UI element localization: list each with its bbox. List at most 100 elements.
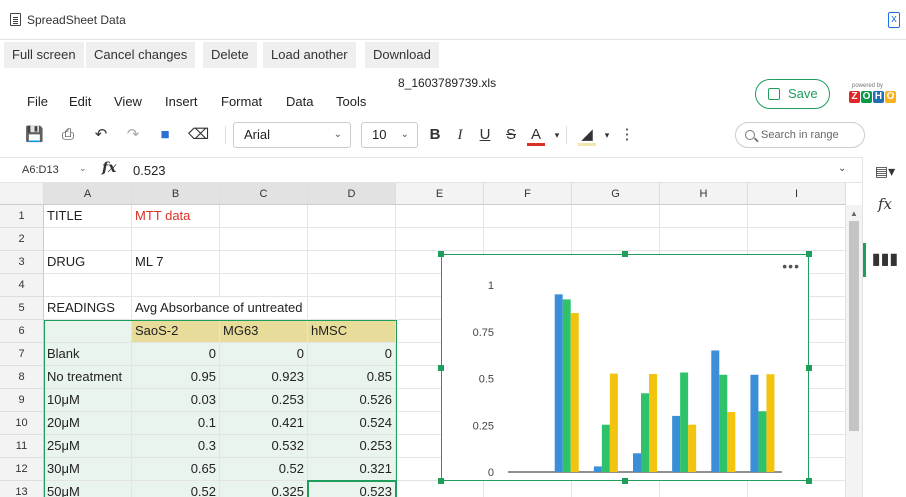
paint-format-icon[interactable]: ■ <box>156 126 174 144</box>
table-cell[interactable] <box>220 251 308 274</box>
table-cell[interactable]: 20μM <box>44 412 132 435</box>
table-cell[interactable] <box>748 205 846 228</box>
resize-handle[interactable] <box>438 365 444 371</box>
column-header[interactable]: A <box>44 183 132 205</box>
table-cell[interactable]: MTT data <box>132 205 220 228</box>
table-cell[interactable]: TITLE <box>44 205 132 228</box>
table-cell[interactable] <box>660 481 748 497</box>
chart-bar[interactable] <box>641 393 649 472</box>
table-cell[interactable]: 0.3 <box>132 435 220 458</box>
row-header[interactable]: 2 <box>0 228 44 251</box>
bold-button[interactable]: B <box>426 126 444 144</box>
table-cell[interactable]: 0.03 <box>132 389 220 412</box>
full-screen-button[interactable]: Full screen <box>4 42 84 68</box>
formula-input[interactable]: 0.523 <box>133 163 166 178</box>
table-cell[interactable]: 0.52 <box>132 481 220 497</box>
cancel-changes-button[interactable]: Cancel changes <box>86 42 196 68</box>
menu-edit[interactable]: Edit <box>69 94 91 109</box>
chart-bar[interactable] <box>570 313 579 472</box>
table-cell[interactable]: 0.52 <box>220 458 308 481</box>
table-cell[interactable] <box>220 274 308 297</box>
resize-handle[interactable] <box>622 478 628 484</box>
chevron-down-icon[interactable]: ▾ <box>598 126 616 144</box>
table-cell[interactable] <box>44 228 132 251</box>
table-cell[interactable] <box>308 205 396 228</box>
function-panel-icon[interactable]: fx <box>863 195 906 213</box>
chart-bar[interactable] <box>711 350 720 472</box>
chart-bar[interactable] <box>680 372 689 472</box>
table-cell[interactable]: hMSC <box>308 320 396 343</box>
load-another-button[interactable]: Load another <box>263 42 356 68</box>
row-header[interactable]: 12 <box>0 458 44 481</box>
bar-chart[interactable]: ••• 0 0.25 0.5 0.75 1 <box>441 254 809 481</box>
table-cell[interactable]: 0.95 <box>132 366 220 389</box>
table-cell[interactable]: 0.253 <box>308 435 396 458</box>
menu-file[interactable]: File <box>27 94 48 109</box>
chart-bar[interactable] <box>688 424 697 472</box>
table-cell[interactable]: Avg Absorbance of untreated <box>132 297 302 320</box>
table-cell[interactable]: SaoS-2 <box>132 320 220 343</box>
close-icon[interactable]: x <box>888 12 900 28</box>
table-cell[interactable] <box>484 205 572 228</box>
menu-data[interactable]: Data <box>286 94 313 109</box>
chart-bar[interactable] <box>554 294 563 472</box>
column-header[interactable]: E <box>396 183 484 205</box>
print-icon[interactable]: ⎙ <box>59 126 77 144</box>
panel-settings-icon[interactable]: ▤▾ <box>863 163 906 180</box>
row-header[interactable]: 4 <box>0 274 44 297</box>
table-cell[interactable]: 0.421 <box>220 412 308 435</box>
scroll-up-icon[interactable]: ▲ <box>850 209 858 218</box>
table-cell[interactable] <box>308 228 396 251</box>
cell-reference[interactable]: A6:D13 <box>22 164 59 176</box>
table-cell[interactable] <box>396 228 484 251</box>
table-cell[interactable]: Blank <box>44 343 132 366</box>
row-header[interactable]: 9 <box>0 389 44 412</box>
resize-handle[interactable] <box>806 478 812 484</box>
menu-insert[interactable]: Insert <box>165 94 198 109</box>
menu-format[interactable]: Format <box>221 94 262 109</box>
row-header[interactable]: 8 <box>0 366 44 389</box>
text-color-button[interactable]: A <box>527 126 545 146</box>
chart-bar[interactable] <box>719 374 728 472</box>
column-header[interactable]: D <box>308 183 396 205</box>
table-cell[interactable]: 0 <box>220 343 308 366</box>
chart-bar[interactable] <box>750 374 759 472</box>
table-cell[interactable] <box>572 228 660 251</box>
strikethrough-button[interactable]: S <box>502 126 520 144</box>
row-header[interactable]: 11 <box>0 435 44 458</box>
resize-handle[interactable] <box>438 251 444 257</box>
table-cell[interactable] <box>44 274 132 297</box>
chart-bar[interactable] <box>766 374 775 472</box>
table-cell[interactable]: 25μM <box>44 435 132 458</box>
table-cell[interactable]: 0.532 <box>220 435 308 458</box>
vertical-scrollbar[interactable]: ▲ <box>846 205 862 497</box>
scroll-thumb[interactable] <box>849 221 859 431</box>
table-cell[interactable]: 0.523 <box>308 481 396 497</box>
chart-bar[interactable] <box>593 466 602 472</box>
chart-bar[interactable] <box>758 411 767 472</box>
redo-icon[interactable]: ↷ <box>124 126 142 144</box>
table-cell[interactable] <box>132 228 220 251</box>
table-cell[interactable]: 0.85 <box>308 366 396 389</box>
font-size-select[interactable]: 10 ⌄ <box>361 122 418 148</box>
chart-bar[interactable] <box>562 299 571 472</box>
table-cell[interactable]: 0.923 <box>220 366 308 389</box>
table-cell[interactable] <box>484 481 572 497</box>
chart-bar[interactable] <box>601 424 610 472</box>
table-cell[interactable] <box>748 481 846 497</box>
row-header[interactable]: 1 <box>0 205 44 228</box>
chart-bar[interactable] <box>633 453 641 472</box>
undo-icon[interactable]: ↶ <box>92 126 110 144</box>
chart-bar[interactable] <box>727 411 736 472</box>
delete-button[interactable]: Delete <box>203 42 257 68</box>
clear-format-icon[interactable]: ⌫ <box>188 126 209 144</box>
column-header[interactable]: G <box>572 183 660 205</box>
column-header[interactable]: B <box>132 183 220 205</box>
chart-panel-icon[interactable]: ▮▮▮ <box>863 249 906 269</box>
menu-tools[interactable]: Tools <box>336 94 366 109</box>
save-disk-icon[interactable]: 💾 <box>25 126 44 144</box>
table-cell[interactable]: 0.1 <box>132 412 220 435</box>
table-cell[interactable]: 10μM <box>44 389 132 412</box>
table-cell[interactable] <box>748 228 846 251</box>
fill-color-icon[interactable]: ◢ <box>578 126 596 146</box>
